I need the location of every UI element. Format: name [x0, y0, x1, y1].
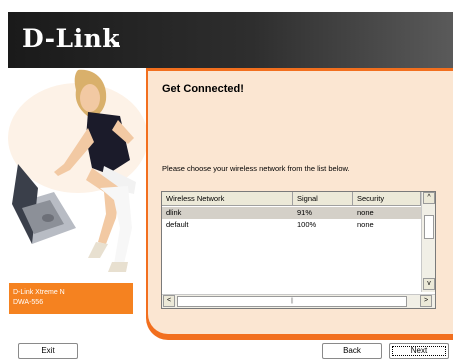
- network-signal: 100%: [297, 220, 317, 229]
- content-panel-inner: Get Connected! Please choose your wirele…: [148, 71, 453, 334]
- instruction-text: Please choose your wireless network from…: [162, 164, 350, 173]
- content-panel: Get Connected! Please choose your wirele…: [146, 68, 453, 340]
- logo-dot: [114, 42, 119, 47]
- scroll-right-icon[interactable]: >: [420, 295, 432, 307]
- horizontal-scroll-thumb[interactable]: ||: [177, 296, 407, 307]
- network-security: none: [357, 220, 374, 229]
- vertical-scrollbar[interactable]: ^ v: [421, 192, 435, 292]
- scroll-up-icon[interactable]: ^: [423, 192, 435, 204]
- list-item[interactable]: default 100% none: [162, 219, 421, 231]
- wireless-network-list[interactable]: Wireless Network Signal Security dlink 9…: [161, 191, 436, 309]
- person-with-laptop-image: [8, 69, 148, 272]
- column-header-signal[interactable]: Signal: [293, 192, 353, 206]
- model-line-1: D-Link Xtreme N: [13, 289, 65, 296]
- scroll-left-icon[interactable]: <: [163, 295, 175, 307]
- dlink-logo: D-Link: [22, 24, 121, 53]
- horizontal-scrollbar[interactable]: < || >: [162, 294, 435, 308]
- header-bar: D-Link: [8, 12, 453, 68]
- back-button[interactable]: Back: [322, 343, 382, 359]
- setup-wizard-window: D-Link D-Link Xtreme N DWA-556 Get Conne…: [0, 0, 453, 359]
- network-name: default: [166, 220, 189, 229]
- model-line-2: DWA-556: [13, 299, 44, 306]
- column-header-wireless-network[interactable]: Wireless Network: [162, 192, 293, 206]
- page-title: Get Connected!: [162, 83, 244, 95]
- network-name: dlink: [166, 208, 182, 217]
- network-signal: 91%: [297, 208, 313, 217]
- list-header: Wireless Network Signal Security: [162, 192, 421, 206]
- left-panel: D-Link Xtreme N DWA-556: [8, 68, 148, 320]
- product-model-badge: D-Link Xtreme N DWA-556: [9, 283, 133, 314]
- exit-button[interactable]: Exit: [18, 343, 78, 359]
- network-security: none: [357, 208, 374, 217]
- scroll-down-icon[interactable]: v: [423, 278, 435, 290]
- column-header-security[interactable]: Security: [353, 192, 421, 206]
- vertical-scroll-thumb[interactable]: [424, 215, 434, 239]
- next-button[interactable]: Next: [389, 343, 449, 359]
- list-item[interactable]: dlink 91% none: [162, 207, 421, 219]
